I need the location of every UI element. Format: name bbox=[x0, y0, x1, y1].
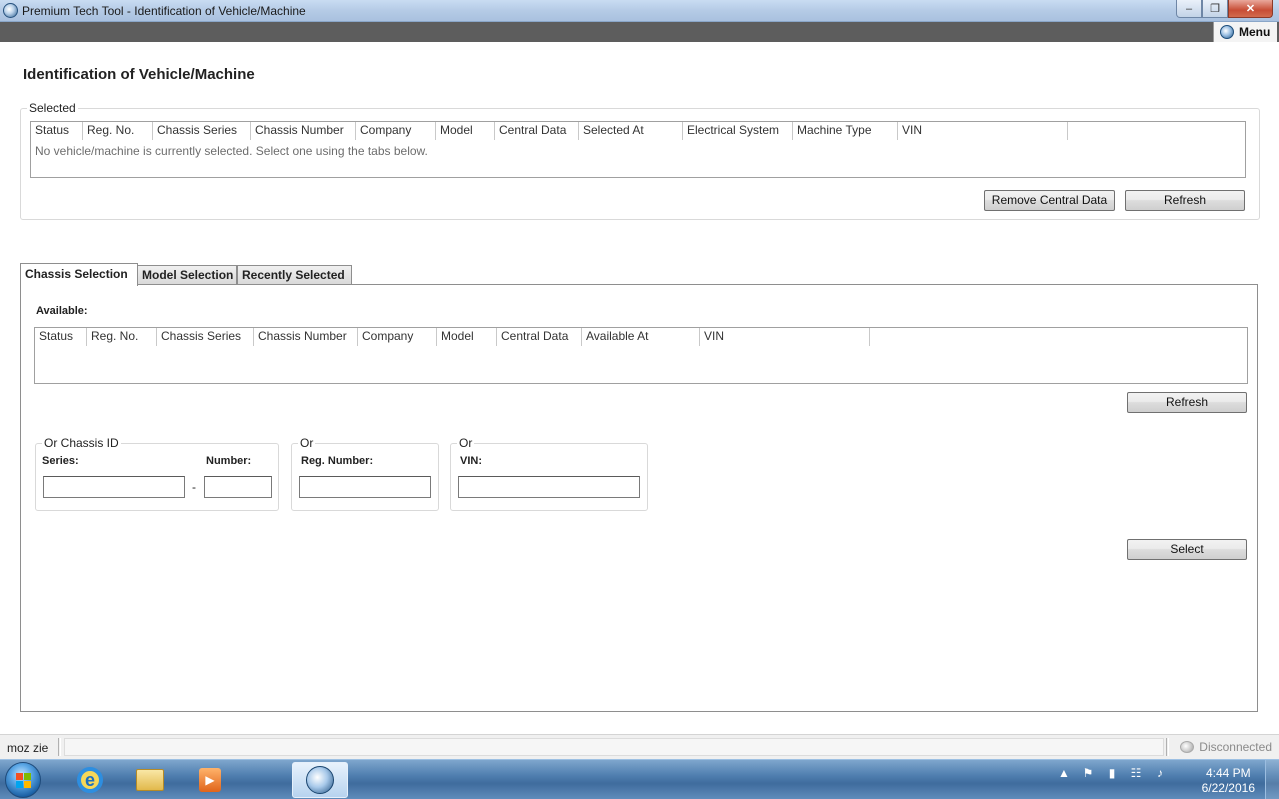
column-header[interactable]: Company bbox=[356, 122, 436, 140]
clock-time: 4:44 PM bbox=[1205, 766, 1251, 780]
available-label: Available: bbox=[36, 305, 88, 317]
media-player-icon: ▶ bbox=[199, 768, 221, 792]
battery-icon[interactable]: ▮ bbox=[1105, 766, 1119, 780]
premium-tech-tool-icon bbox=[306, 766, 334, 794]
column-header[interactable]: Machine Type bbox=[793, 122, 898, 140]
globe-icon bbox=[1220, 25, 1234, 39]
refresh-selected-button[interactable]: Refresh bbox=[1125, 190, 1245, 211]
action-center-flag-icon[interactable]: ⚑ bbox=[1081, 766, 1095, 780]
volume-icon[interactable]: ♪ bbox=[1153, 766, 1167, 780]
column-header[interactable]: Reg. No. bbox=[83, 122, 153, 140]
select-button[interactable]: Select bbox=[1127, 539, 1247, 560]
clock[interactable]: 4:44 PM 6/22/2016 bbox=[1202, 766, 1255, 796]
column-header[interactable]: Status bbox=[35, 328, 87, 346]
refresh-available-button[interactable]: Refresh bbox=[1127, 392, 1247, 413]
internet-explorer-icon: e bbox=[77, 767, 103, 793]
title-bar: Premium Tech Tool - Identification of Ve… bbox=[0, 0, 1279, 22]
window-title: Premium Tech Tool - Identification of Ve… bbox=[22, 4, 306, 18]
close-button[interactable]: ✕ bbox=[1228, 0, 1273, 18]
available-grid[interactable]: Status Reg. No. Chassis Series Chassis N… bbox=[34, 327, 1248, 384]
windows-logo-icon bbox=[16, 773, 32, 789]
column-header[interactable]: Central Data bbox=[497, 328, 582, 346]
column-header[interactable]: VIN bbox=[700, 328, 870, 346]
available-grid-header: Status Reg. No. Chassis Series Chassis N… bbox=[35, 328, 1247, 346]
tab-chassis-selection[interactable]: Chassis Selection bbox=[20, 263, 138, 286]
vin-label: VIN: bbox=[460, 455, 482, 467]
menu-label: Menu bbox=[1239, 25, 1271, 39]
show-desktop-button[interactable] bbox=[1265, 760, 1279, 799]
column-header[interactable]: Model bbox=[436, 122, 495, 140]
column-header[interactable]: Chassis Number bbox=[251, 122, 356, 140]
taskbar-premium-tech-tool[interactable] bbox=[292, 762, 348, 798]
minimize-button[interactable]: – bbox=[1176, 0, 1202, 18]
taskbar-internet-explorer[interactable]: e bbox=[62, 762, 118, 798]
column-header[interactable]: Model bbox=[437, 328, 497, 346]
system-tray: ▲ ⚑ ▮ ☷ ♪ bbox=[1057, 766, 1167, 780]
menu-button[interactable]: Menu bbox=[1213, 22, 1277, 42]
column-header[interactable]: Company bbox=[358, 328, 437, 346]
column-header[interactable]: Chassis Series bbox=[153, 122, 251, 140]
remove-central-data-button[interactable]: Remove Central Data bbox=[984, 190, 1115, 211]
series-input[interactable] bbox=[43, 476, 185, 498]
selected-grid[interactable]: Status Reg. No. Chassis Series Chassis N… bbox=[30, 121, 1246, 178]
number-input[interactable] bbox=[204, 476, 272, 498]
start-button[interactable] bbox=[5, 762, 41, 798]
selected-grid-header: Status Reg. No. Chassis Series Chassis N… bbox=[31, 122, 1245, 140]
tab-model-selection[interactable]: Model Selection bbox=[137, 265, 237, 285]
taskbar-file-explorer[interactable] bbox=[122, 762, 178, 798]
taskbar-media-player[interactable]: ▶ bbox=[182, 762, 238, 798]
series-label: Series: bbox=[42, 455, 79, 467]
status-user: moz zie bbox=[7, 741, 49, 755]
connection-label: Disconnected bbox=[1199, 740, 1272, 754]
vin-input[interactable] bbox=[458, 476, 640, 498]
empty-message: No vehicle/machine is currently selected… bbox=[35, 144, 428, 158]
column-header[interactable]: Selected At bbox=[579, 122, 683, 140]
column-header[interactable] bbox=[870, 328, 1247, 346]
reg-number-label: Reg. Number: bbox=[301, 455, 374, 467]
maximize-button[interactable]: ❐ bbox=[1202, 0, 1228, 18]
selected-legend: Selected bbox=[27, 101, 78, 115]
taskbar: e ▶ ▲ ⚑ ▮ ☷ ♪ 4:44 PM 6/22/2016 bbox=[0, 759, 1279, 799]
column-header[interactable]: VIN bbox=[898, 122, 1068, 140]
status-separator bbox=[58, 738, 61, 756]
column-header[interactable]: Electrical System bbox=[683, 122, 793, 140]
folder-icon bbox=[136, 769, 164, 791]
connection-status: Disconnected bbox=[1180, 740, 1272, 754]
network-icon[interactable]: ☷ bbox=[1129, 766, 1143, 780]
toolbar bbox=[0, 22, 1279, 42]
number-label: Number: bbox=[206, 455, 252, 467]
show-hidden-icons-icon[interactable]: ▲ bbox=[1057, 766, 1071, 780]
reg-number-input[interactable] bbox=[299, 476, 431, 498]
column-header[interactable]: Central Data bbox=[495, 122, 579, 140]
window-controls: – ❐ ✕ bbox=[1176, 0, 1273, 18]
column-header[interactable]: Available At bbox=[582, 328, 700, 346]
chassis-id-legend: Or Chassis ID bbox=[42, 436, 121, 450]
status-bar: moz zie Disconnected bbox=[0, 734, 1279, 759]
column-header[interactable]: Reg. No. bbox=[87, 328, 157, 346]
clock-date: 6/22/2016 bbox=[1201, 781, 1255, 795]
column-header[interactable]: Chassis Number bbox=[254, 328, 358, 346]
column-header[interactable]: Chassis Series bbox=[157, 328, 254, 346]
connection-icon bbox=[1180, 741, 1195, 753]
dash-separator: - bbox=[192, 480, 196, 494]
column-header[interactable]: Status bbox=[31, 122, 83, 140]
vin-legend: Or bbox=[457, 436, 475, 450]
page-title: Identification of Vehicle/Machine bbox=[23, 66, 255, 83]
status-separator bbox=[1166, 738, 1169, 756]
column-header[interactable] bbox=[1068, 122, 1245, 140]
status-message-field bbox=[64, 738, 1164, 756]
tab-recently-selected[interactable]: Recently Selected bbox=[237, 265, 352, 285]
app-icon bbox=[3, 3, 18, 18]
reg-number-legend: Or bbox=[298, 436, 316, 450]
